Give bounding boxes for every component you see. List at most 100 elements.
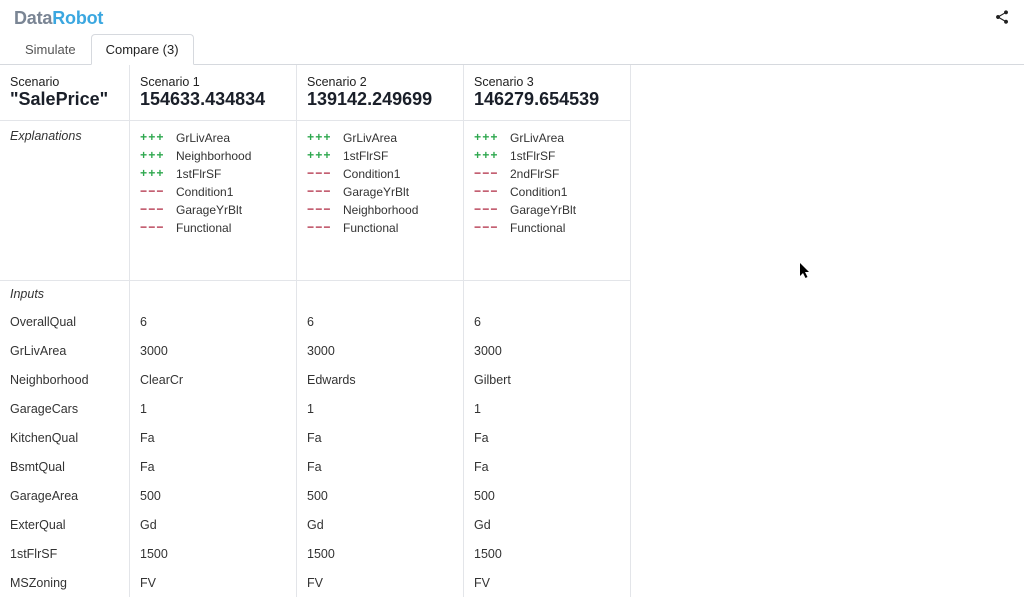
minus-icon: −−− [140,219,170,237]
explanation-feature: Functional [176,219,231,237]
explanation-feature: 1stFlrSF [176,165,221,183]
input-row-value: 1 [297,394,463,423]
input-row-value: FV [297,568,463,597]
scenario-value: 139142.249699 [307,89,453,110]
input-row-value: Fa [297,423,463,452]
explanation-feature: GarageYrBlt [176,201,242,219]
explanation-item: −−−Condition1 [307,165,453,183]
brand-part1: Data [14,8,52,28]
scenario-column: Scenario 3 146279.654539+++GrLivArea+++1… [464,65,631,597]
input-row-label: GarageArea [0,481,129,510]
labels-column: Scenario "SalePrice" Explanations Inputs Ov… [0,65,130,597]
scenario-column: Scenario 1 154633.434834 +++ GrLivArea+++N… [130,65,297,597]
explanation-item: +++1stFlrSF [474,147,620,165]
explanation-feature: GarageYrBlt [343,183,409,201]
minus-icon: −−− [474,219,504,237]
explanation-feature: GrLivArea [510,129,564,147]
explanation-feature: GrLivArea [343,129,397,147]
explanation-item: −−− GarageYrBlt [307,183,453,201]
input-row-value: 1 [464,394,630,423]
minus-icon: −−− [140,183,170,201]
input-row-value: FV [130,568,296,597]
scenario-label: Scenario [10,75,119,89]
input-row-value: Gd [464,510,630,539]
inputs-label-row: Inputs [0,281,129,307]
input-row-value: 500 [130,481,296,510]
input-row-value: Fa [464,452,630,481]
explanation-item: −−− GarageYrBlt [140,201,286,219]
input-row-label: ExterQual [0,510,129,539]
inputs-spacer [464,281,630,307]
explanation-feature: Condition1 [176,183,233,201]
explanation-feature: Condition1 [510,183,567,201]
input-row-value: Gd [130,510,296,539]
brand-logo: DataRobot [14,8,103,29]
explanation-item: +++ 1stFlrSF [140,165,286,183]
explanation-item: +++GrLivArea [307,129,453,147]
share-icon[interactable] [994,9,1010,28]
explanation-feature: Neighborhood [343,201,418,219]
explanation-item: −−− Functional [140,219,286,237]
explanations-block: +++GrLivArea+++1stFlrSF−−−Condition1−−−G… [297,121,463,281]
input-row-label: OverallQual [0,307,129,336]
explanation-feature: Functional [343,219,398,237]
input-row-value: Fa [130,452,296,481]
explanation-feature: Functional [510,219,565,237]
tab-compare[interactable]: Compare (3) [91,34,194,65]
input-row-value: 1500 [464,539,630,568]
minus-icon: −−− [474,183,504,201]
input-row-value: Fa [130,423,296,452]
explanation-feature: 1stFlrSF [343,147,388,165]
input-row-value: 6 [130,307,296,336]
explanations-block: +++GrLivArea+++1stFlrSF−−−2ndFlrSF−−−Con… [464,121,630,281]
input-row-value: 3000 [297,336,463,365]
plus-icon: +++ [140,165,170,183]
minus-icon: −−− [307,183,337,201]
scenario-value: 146279.654539 [474,89,620,110]
input-row-label: Neighborhood [0,365,129,394]
input-row-label: MSZoning [0,568,129,597]
explanations-block: +++ GrLivArea+++Neighborhood+++ 1stFlrSF −−… [130,121,296,281]
inputs-spacer [297,281,463,307]
labels-header: Scenario "SalePrice" [0,65,129,121]
scenario-header: Scenario 2 139142.249699 [297,65,463,121]
brand-part2: Robot [52,8,103,28]
input-row-value: Edwards [297,365,463,394]
scenario-value: 154633.434834 [140,89,286,110]
input-row-value: 3000 [130,336,296,365]
explanation-item: −−−Neighborhood [307,201,453,219]
explanation-item: +++1stFlrSF [307,147,453,165]
explanation-item: +++ GrLivArea [474,129,620,147]
tab-simulate[interactable]: Simulate [10,34,91,65]
input-row-value: Gilbert [464,365,630,394]
minus-icon: −−− [307,219,337,237]
explanations-label-block: Explanations [0,121,129,281]
input-row-label: 1stFlrSF [0,539,129,568]
explanation-item: −−− Functional [474,219,620,237]
input-row-label: BsmtQual [0,452,129,481]
inputs-spacer [130,281,296,307]
minus-icon: −−− [140,201,170,219]
explanation-item: −−−2ndFlrSF [474,165,620,183]
plus-icon: +++ [474,129,504,147]
minus-icon: −−− [307,165,337,183]
input-row-value: Gd [297,510,463,539]
plus-icon: +++ [474,147,504,165]
input-row-label: GrLivArea [0,336,129,365]
explanations-label: Explanations [10,129,119,143]
input-row-value: Fa [464,423,630,452]
input-row-value: Fa [297,452,463,481]
inputs-label: Inputs [10,287,119,301]
explanation-item: +++Neighborhood [140,147,286,165]
minus-icon: −−− [474,201,504,219]
input-row-value: 1 [130,394,296,423]
input-row-value: 1500 [297,539,463,568]
input-row-label: KitchenQual [0,423,129,452]
scenario-header: Scenario 3 146279.654539 [464,65,630,121]
input-row-value: 500 [297,481,463,510]
input-row-value: 6 [297,307,463,336]
explanation-feature: GrLivArea [176,129,230,147]
explanation-item: −−− Functional [307,219,453,237]
plus-icon: +++ [140,147,170,165]
scenario-header: Scenario 1 154633.434834 [130,65,296,121]
